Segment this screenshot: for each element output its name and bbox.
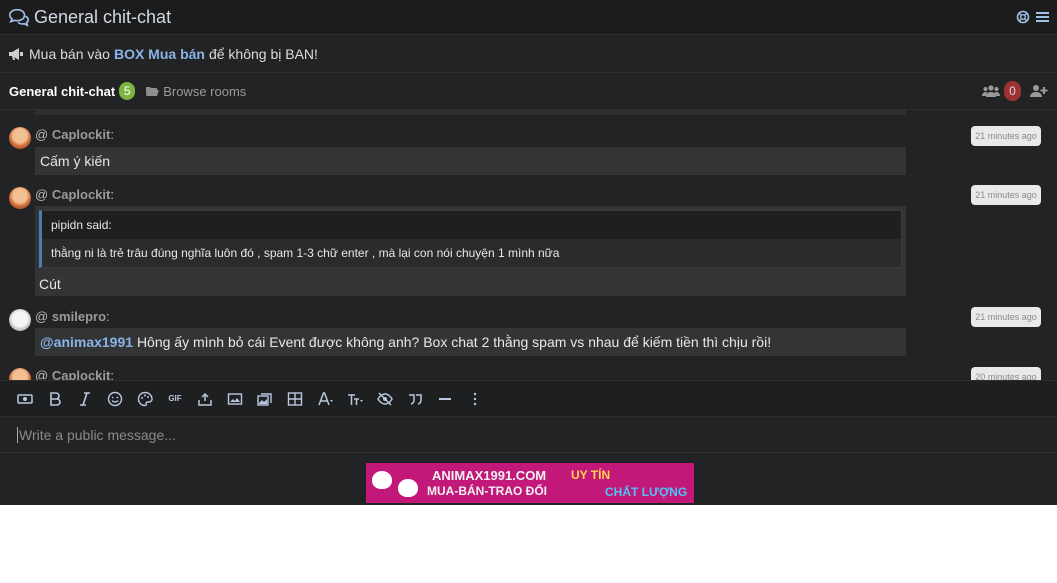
message-bubble: pipidn said: thằng ni là trẻ trâu đúng n… [35, 206, 906, 296]
message-text: Cấm ý kiến [40, 153, 111, 169]
current-room[interactable]: General chit-chat [9, 84, 115, 99]
quote-text: thằng ni là trẻ trâu đúng nghĩa luôn đó … [51, 246, 560, 260]
message-timestamp: 21 minutes ago [971, 126, 1041, 146]
message-input[interactable] [17, 426, 917, 443]
message-author: @ Caplockit: [35, 187, 114, 202]
message-bubble: Cấm ý kiến [35, 147, 906, 175]
avatar[interactable] [9, 368, 31, 380]
money-icon[interactable] [15, 389, 35, 409]
chat-panel: General chit-chat Mua bán vào BOX Mua bá… [0, 0, 1057, 505]
add-user-icon[interactable] [1030, 84, 1048, 98]
advertisement-banner[interactable]: ANIMAX1991.COM MUA-BÁN-TRAO ĐỔI UY TÍN C… [366, 463, 694, 503]
message-list[interactable]: @ Caplockit: 21 minutes ago Cấm ý kiến @… [0, 110, 1057, 380]
author-prefix: @ [35, 368, 49, 380]
author-prefix: @ [35, 127, 49, 142]
users-icon[interactable] [982, 84, 1000, 98]
font-color-icon[interactable] [315, 389, 335, 409]
author-prefix: @ [35, 309, 49, 324]
room-count-badge: 5 [119, 82, 136, 100]
banner-trust: UY TÍN [571, 468, 611, 482]
room-bar: General chit-chat 5 Browse rooms 0 [0, 73, 1057, 110]
font-size-icon[interactable] [345, 389, 365, 409]
quote-author[interactable]: pipidn said: [42, 211, 901, 239]
notice-bar: Mua bán vào BOX Mua bán để không bị BAN! [0, 35, 1057, 73]
emoji-icon[interactable] [105, 389, 125, 409]
avatar[interactable] [9, 127, 31, 149]
message-text: Hông ấy mình bỏ cái Event được không anh… [136, 334, 772, 350]
author-name[interactable]: Caplockit [52, 127, 111, 142]
online-count-badge: 0 [1004, 81, 1021, 101]
gallery-icon[interactable] [255, 389, 275, 409]
gif-icon[interactable]: GIF [165, 389, 185, 409]
author-name[interactable]: Caplockit [52, 368, 111, 380]
avatar[interactable] [9, 309, 31, 331]
italic-icon[interactable] [75, 389, 95, 409]
avatar[interactable] [9, 187, 31, 209]
quote-block: pipidn said: thằng ni là trẻ trâu đúng n… [39, 210, 902, 268]
message-bubble: @animax1991 Hông ấy mình bỏ cái Event đư… [35, 328, 906, 356]
message-author: @ smilepro: [35, 309, 110, 324]
horizontal-line-icon[interactable] [435, 389, 455, 409]
author-name[interactable]: smilepro [52, 309, 106, 324]
message-author: @ Caplockit: [35, 368, 114, 380]
hide-icon[interactable] [375, 389, 395, 409]
upload-image-icon[interactable] [195, 389, 215, 409]
notice-prefix: Mua bán vào [29, 45, 110, 62]
message-composer [0, 416, 1057, 453]
message-text: Cút [39, 276, 61, 292]
chat-title: General chit-chat [34, 6, 172, 27]
comments-icon [9, 8, 29, 27]
message-timestamp: 20 minutes ago [971, 367, 1041, 380]
bold-icon[interactable] [45, 389, 65, 409]
editor-toolbar: GIF [0, 380, 1057, 416]
lifebuoy-icon[interactable] [1016, 10, 1030, 24]
hello-kitty-icon [398, 479, 418, 497]
hello-kitty-icon [372, 471, 392, 489]
message-timestamp: 21 minutes ago [971, 185, 1041, 205]
more-options-icon[interactable] [465, 389, 485, 409]
palette-icon[interactable] [135, 389, 155, 409]
banner-site: ANIMAX1991.COM [432, 468, 547, 483]
quote-icon[interactable] [405, 389, 425, 409]
banner-tagline: MUA-BÁN-TRAO ĐỔI [427, 484, 547, 498]
banner-quality: CHẤT LƯỢNG [605, 485, 688, 499]
chat-header: General chit-chat [0, 0, 1057, 35]
message-timestamp: 21 minutes ago [971, 307, 1041, 327]
author-name[interactable]: Caplockit [52, 187, 111, 202]
browse-rooms-label: Browse rooms [163, 83, 247, 99]
message-author: @ Caplockit: [35, 127, 114, 142]
megaphone-icon [9, 47, 23, 60]
gif-label: GIF [168, 394, 182, 403]
author-prefix: @ [35, 187, 49, 202]
folder-open-icon [146, 87, 160, 96]
message-divider [35, 110, 906, 115]
notice-suffix: để không bị BAN! [208, 45, 318, 62]
mention-link[interactable]: @animax1991 [40, 334, 133, 350]
notice-link[interactable]: BOX Mua bán [114, 46, 205, 62]
image-icon[interactable] [225, 389, 245, 409]
table-icon[interactable] [285, 389, 305, 409]
browse-rooms-link[interactable]: Browse rooms [145, 84, 246, 99]
menu-icon[interactable] [1036, 11, 1049, 23]
